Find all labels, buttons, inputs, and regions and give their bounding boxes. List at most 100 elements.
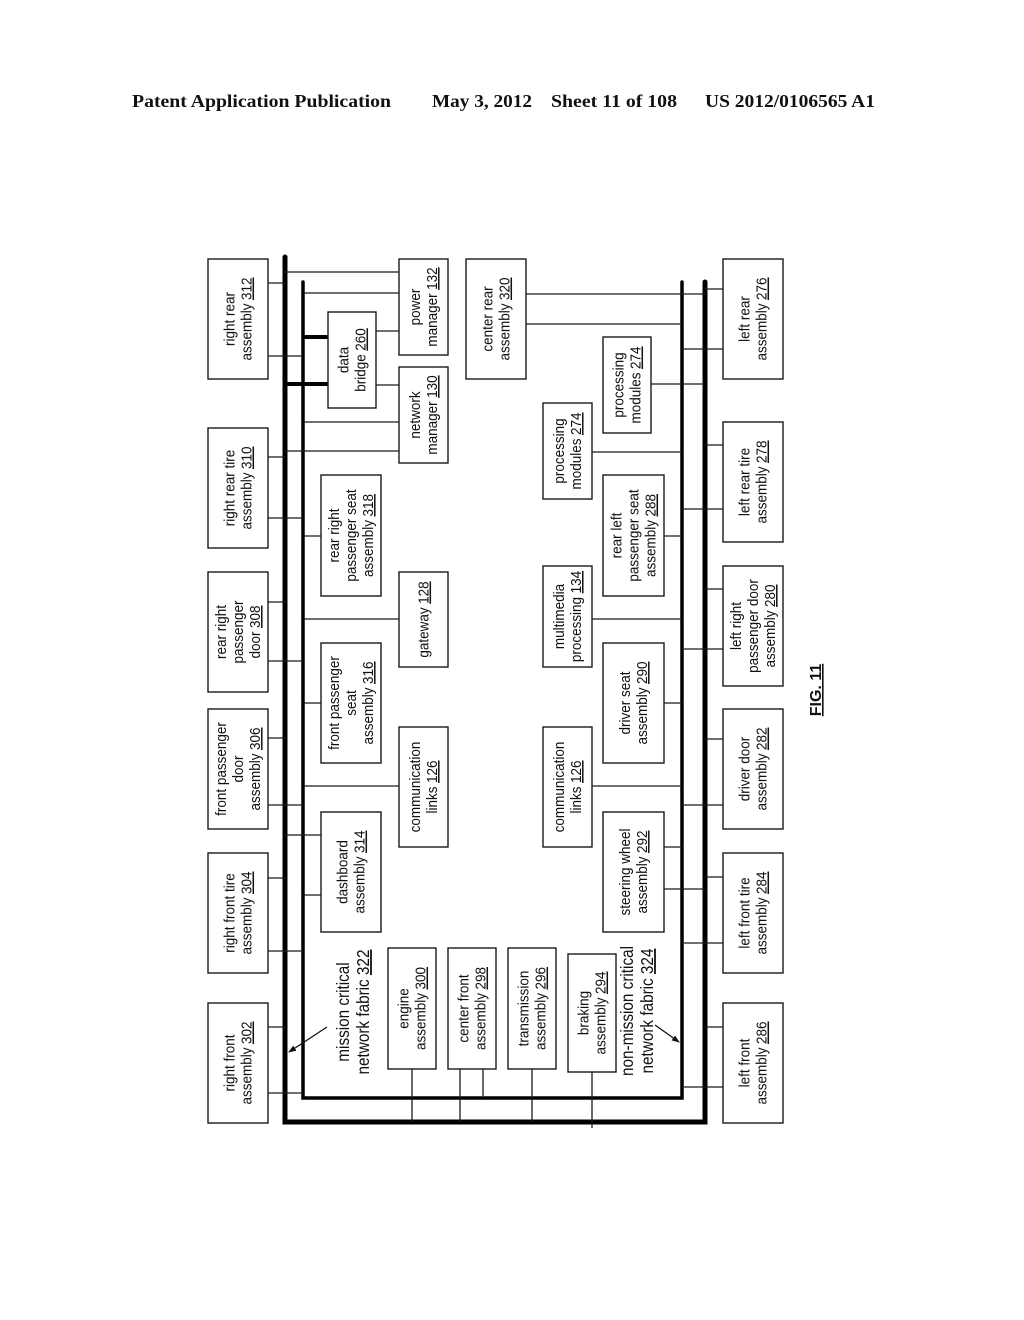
- block-label-line: center rear: [480, 286, 497, 351]
- block-label-text: right rear tire: [222, 450, 239, 526]
- block-label-line: assembly 288: [643, 494, 660, 577]
- block-label-text: door: [230, 755, 247, 782]
- block-label-line: assembly 282: [754, 727, 771, 810]
- block-right-rear-assembly: right rear assembly 312: [207, 258, 269, 380]
- reference-number: 310: [239, 446, 256, 469]
- block-label-text: bridge: [353, 354, 370, 392]
- block-label-line: assembly 296: [533, 967, 550, 1050]
- block-label-line: steering wheel: [617, 829, 634, 916]
- block-label-text: assembly: [360, 519, 377, 577]
- block-label-line: assembly 298: [473, 967, 490, 1050]
- reference-number: 306: [247, 727, 264, 750]
- block-driver-door-assembly: driver door assembly 282: [722, 708, 784, 830]
- block-label-line: assembly 304: [239, 871, 256, 954]
- fabric-label-line: mission critical: [333, 962, 353, 1061]
- block-label-text: assembly: [239, 897, 256, 955]
- block-label-text: driver seat: [617, 671, 634, 734]
- reference-number: 280: [762, 584, 779, 607]
- block-label-text: assembly: [239, 1047, 256, 1105]
- block-label-text: door: [247, 631, 264, 658]
- reference-number: 126: [568, 760, 585, 783]
- page-header: Patent Application Publication May 3, 20…: [132, 91, 875, 111]
- block-label-line: communication: [407, 742, 424, 833]
- block-label-text: rear right: [213, 605, 230, 659]
- block-center-front-assembly: center front assembly 298: [447, 947, 497, 1070]
- block-label-text: links: [568, 787, 585, 814]
- block-label-line: braking: [576, 991, 593, 1035]
- fabric-label-text: network fabric: [353, 979, 373, 1074]
- block-label-line: assembly 302: [239, 1021, 256, 1104]
- block-label-line: transmission: [516, 971, 533, 1047]
- block-label-text: rear left: [609, 513, 626, 559]
- block-transmission-assembly: transmission assembly 296: [507, 947, 557, 1070]
- block-label-line: engine: [396, 988, 413, 1029]
- fabric-label-line: network fabric 324: [637, 949, 657, 1074]
- block-label-text: steering wheel: [617, 829, 634, 916]
- block-label-line: driver seat: [617, 671, 634, 734]
- block-label-line: driver door: [737, 737, 754, 802]
- reference-number: 324: [637, 949, 657, 975]
- block-driver-seat-assembly: driver seat assembly 290: [602, 642, 665, 764]
- block-label-line: passenger seat: [343, 489, 360, 581]
- block-label-text: assembly: [754, 466, 771, 524]
- reference-number: 282: [754, 727, 771, 750]
- block-label-text: right rear: [222, 292, 239, 346]
- block-label-line: links 126: [568, 760, 585, 813]
- block-label-line: left rear tire: [737, 448, 754, 516]
- block-dashboard-assembly: dashboard assembly 314: [320, 811, 382, 933]
- reference-number: 260: [353, 328, 370, 351]
- block-label-line: door 308: [247, 605, 264, 658]
- block-label-text: right front: [222, 1034, 239, 1091]
- block-label-line: right front: [222, 1034, 239, 1091]
- block-label-text: passenger seat: [343, 489, 360, 581]
- fabric-label-line: non-mission critical: [617, 946, 637, 1076]
- block-label-text: assembly: [360, 687, 377, 745]
- block-label-line: assembly 280: [762, 584, 779, 667]
- block-label-text: assembly: [413, 992, 430, 1050]
- block-label-text: seat: [343, 690, 360, 716]
- block-label-text: communication: [407, 742, 424, 833]
- block-label-text: assembly: [634, 856, 651, 914]
- reference-number: 132: [424, 267, 441, 290]
- block-label-line: links 126: [424, 760, 441, 813]
- reference-number: 296: [533, 967, 550, 990]
- reference-number: 290: [634, 661, 651, 684]
- reference-number: 298: [473, 967, 490, 990]
- block-processing-modules-lower: processing modules 274: [542, 402, 593, 500]
- reference-number: 318: [360, 494, 377, 517]
- reference-number: 304: [239, 871, 256, 894]
- fabric-label-text: non-mission critical: [617, 946, 637, 1076]
- reference-number: 130: [424, 375, 441, 398]
- block-label-line: rear left: [609, 513, 626, 559]
- reference-number: 312: [239, 277, 256, 300]
- block-label-text: processing: [551, 418, 568, 483]
- block-label-line: processing 134: [568, 571, 585, 662]
- block-label-text: assembly: [643, 519, 660, 577]
- reference-number: 302: [239, 1021, 256, 1044]
- block-label-text: links: [424, 787, 441, 814]
- reference-number: 286: [754, 1021, 771, 1044]
- block-label-text: processing: [611, 352, 628, 417]
- block-label-line: left front: [737, 1039, 754, 1088]
- block-front-passenger-seat-assembly: front passenger seat assembly 316: [320, 642, 382, 764]
- block-label-text: modules: [568, 439, 585, 490]
- block-label-text: passenger door: [745, 579, 762, 673]
- block-label-text: passenger: [230, 600, 247, 663]
- block-label-text: assembly: [754, 1047, 771, 1105]
- block-label-text: left rear: [737, 296, 754, 342]
- block-label-text: assembly: [634, 687, 651, 745]
- block-label-line: modules 274: [628, 346, 645, 423]
- block-center-rear-assembly: center rear assembly 320: [465, 258, 527, 380]
- block-label-line: right rear: [222, 292, 239, 346]
- reference-number: 276: [754, 277, 771, 300]
- block-label-text: assembly: [762, 610, 779, 668]
- block-power-manager: power manager 132: [398, 258, 449, 356]
- block-label-text: multimedia: [551, 584, 568, 649]
- sheet-number: Sheet 11 of 108: [551, 91, 677, 111]
- block-label-line: assembly 320: [497, 277, 514, 360]
- block-label-text: center rear: [480, 286, 497, 351]
- block-label-line: left right: [728, 602, 745, 650]
- block-rear-right-passenger-seat-assembly: rear right passenger seat assembly 318: [320, 474, 382, 597]
- block-label-text: assembly: [239, 303, 256, 361]
- block-label-text: assembly: [473, 992, 490, 1050]
